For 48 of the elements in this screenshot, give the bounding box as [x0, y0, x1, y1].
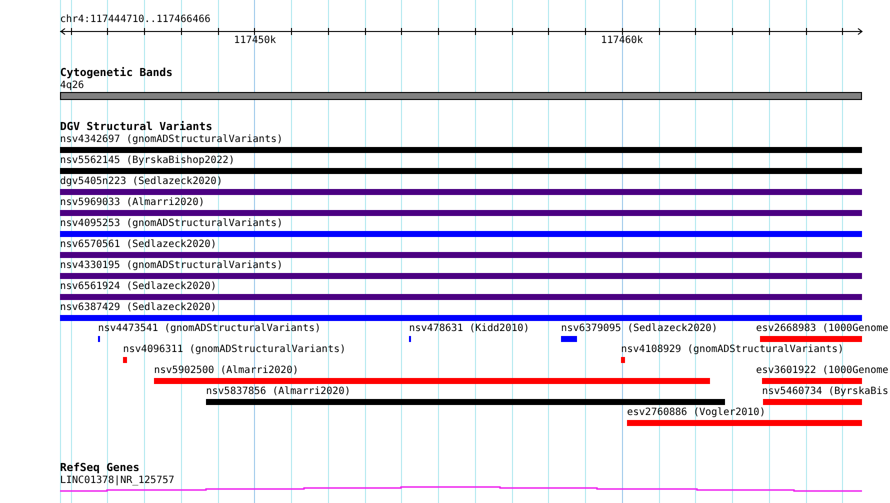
variant-label: dgv5405n223 (Sedlazeck2020)	[60, 176, 223, 187]
variant-bar[interactable]	[206, 399, 725, 405]
variant-bar[interactable]	[154, 378, 710, 384]
variant-bar[interactable]	[762, 378, 862, 384]
gene-label: LINC01378|NR_125757	[60, 475, 174, 486]
variant-label: nsv4342697 (gnomADStructuralVariants)	[60, 134, 283, 145]
variant-bar[interactable]	[60, 294, 862, 300]
gene-model-line[interactable]	[60, 486, 862, 492]
variant-bar[interactable]	[60, 168, 862, 174]
variant-label: nsv4096311 (gnomADStructuralVariants)	[123, 344, 346, 355]
variant-label: nsv5837856 (Almarri2020)	[206, 386, 350, 397]
variant-label: nsv4095253 (gnomADStructuralVariants)	[60, 218, 283, 229]
variant-bar[interactable]	[60, 189, 862, 195]
variant-label: esv3601922 (1000Genome	[756, 365, 888, 376]
variant-label: nsv478631 (Kidd2010)	[409, 323, 530, 334]
variant-bar[interactable]	[760, 336, 862, 342]
variant-label: nsv6387429 (Sedlazeck2020)	[60, 302, 217, 313]
variant-bar[interactable]	[621, 357, 625, 363]
variant-label: nsv4108929 (gnomADStructuralVariants)	[621, 344, 844, 355]
variant-bar[interactable]	[561, 336, 577, 342]
variant-bar[interactable]	[60, 231, 862, 237]
variant-label: esv2668983 (1000Genome	[756, 323, 888, 334]
variant-bar[interactable]	[60, 147, 862, 153]
track-title: Cytogenetic Bands	[60, 67, 173, 79]
tick-label: 117460k	[600, 35, 644, 46]
tick-label: 117450k	[234, 35, 276, 46]
location-label: chr4:117444710..117466466	[60, 14, 211, 25]
variant-bar[interactable]	[60, 273, 862, 279]
variant-bar[interactable]	[123, 357, 127, 363]
cytoband-bar[interactable]	[60, 92, 862, 100]
variant-bar[interactable]	[627, 420, 862, 426]
variant-bar[interactable]	[60, 315, 862, 321]
variant-label: nsv6570561 (Sedlazeck2020)	[60, 239, 217, 250]
variant-label: nsv4330195 (gnomADStructuralVariants)	[60, 260, 283, 271]
variant-label: nsv5562145 (ByrskaBishop2022)	[60, 155, 235, 166]
variant-label: nsv4473541 (gnomADStructuralVariants)	[98, 323, 321, 334]
variant-label: nsv6561924 (Sedlazeck2020)	[60, 281, 217, 292]
band-label: 4q26	[60, 80, 84, 91]
variant-bar[interactable]	[60, 252, 862, 258]
variant-label: esv2760886 (Vogler2010)	[627, 407, 766, 418]
track-title: DGV Structural Variants	[60, 121, 212, 133]
variant-bar[interactable]	[763, 399, 862, 405]
variant-bar[interactable]	[60, 210, 862, 216]
variant-label: nsv6379095 (Sedlazeck2020)	[561, 323, 718, 334]
variant-label: nsv5902500 (Almarri2020)	[154, 365, 298, 376]
track-title: RefSeq Genes	[60, 462, 140, 474]
variant-label: nsv5969033 (Almarri2020)	[60, 197, 204, 208]
variant-label: nsv5460734 (ByrskaBis	[762, 386, 888, 397]
